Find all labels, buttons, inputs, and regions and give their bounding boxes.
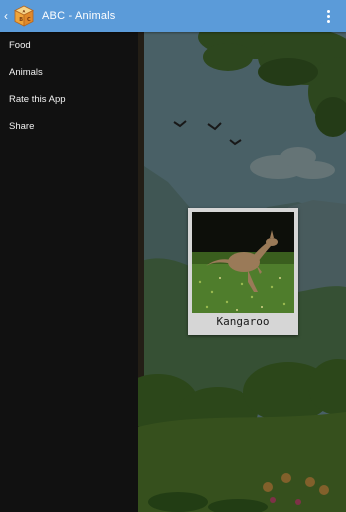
svg-text:C: C [27, 17, 31, 23]
animal-card[interactable]: Kangaroo [188, 208, 298, 335]
card-caption: Kangaroo [216, 315, 270, 328]
app-cube-icon[interactable]: B C A [12, 4, 36, 28]
drawer-item-rate-app[interactable]: Rate this App [0, 86, 138, 113]
drawer-item-label: Animals [9, 67, 43, 78]
drawer-item-share[interactable]: Share [0, 113, 138, 140]
navigation-drawer: Food Animals Rate this App Share [0, 32, 138, 512]
svg-text:B: B [19, 17, 23, 23]
kangaroo-photo [192, 212, 294, 313]
drawer-item-label: Share [9, 121, 35, 132]
app-title: ABC - Animals [42, 10, 116, 22]
drawer-item-animals[interactable]: Animals [0, 59, 138, 86]
drawer-item-label: Food [9, 40, 31, 51]
more-vert-icon[interactable] [318, 6, 338, 26]
drawer-item-food[interactable]: Food [0, 32, 138, 59]
jungle-scene: Kangaroo [138, 32, 346, 512]
chevron-left-icon[interactable]: ‹ [1, 0, 11, 32]
drawer-item-label: Rate this App [9, 94, 66, 105]
svg-text:A: A [23, 9, 26, 13]
action-bar: ‹ B C A ABC - Animals [0, 0, 346, 32]
